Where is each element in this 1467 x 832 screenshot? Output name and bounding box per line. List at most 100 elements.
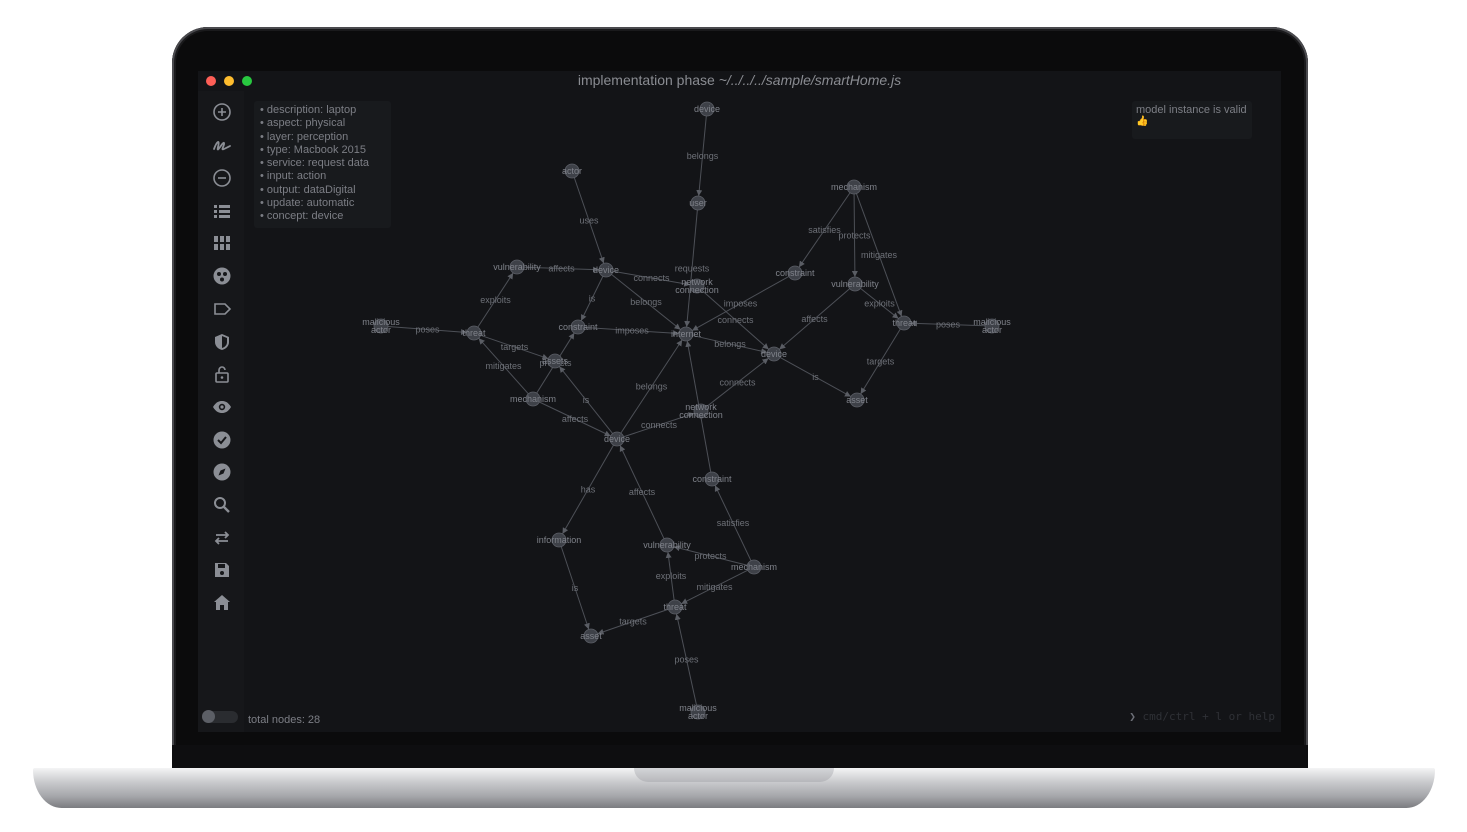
group-view-icon[interactable] (211, 265, 233, 287)
search-icon[interactable] (211, 494, 233, 516)
edge-label: affects (548, 264, 575, 274)
graph-node[interactable]: internet (671, 326, 702, 342)
graph-node[interactable]: constraint (692, 471, 732, 487)
theme-toggle[interactable] (202, 710, 238, 723)
edge-label: has (581, 485, 596, 495)
node-label: information (537, 535, 582, 545)
scribble-icon[interactable] (211, 134, 233, 156)
eye-icon[interactable] (211, 396, 233, 418)
graph-node[interactable]: threat (462, 325, 486, 341)
edge-label: imposes (615, 326, 649, 336)
node-label: asset (846, 395, 868, 405)
edge-label: mitigates (485, 361, 522, 371)
graph-node[interactable]: mechanism (731, 559, 777, 575)
node-label: threat (663, 602, 687, 612)
edge-label: targets (501, 342, 529, 352)
command-hint: cmd/ctrl + l or help (1142, 710, 1275, 723)
node-label: device (694, 104, 720, 114)
node-label: vulnerability (493, 262, 541, 272)
node-label: device (761, 349, 787, 359)
plus-circle-icon[interactable] (211, 101, 233, 123)
node-label: asset (580, 631, 602, 641)
node-label: actor (562, 166, 582, 176)
compass-icon[interactable] (211, 461, 233, 483)
validation-message: model instance is valid (1136, 104, 1247, 116)
toggle-knob (202, 710, 215, 723)
edge-label: is (583, 395, 590, 405)
graph-node[interactable]: mechanism (831, 179, 877, 195)
node-label: vulnerability (643, 540, 691, 550)
graph-node[interactable]: user (689, 195, 707, 211)
node-label: vulnerability (831, 279, 879, 289)
node-label: assets (542, 356, 569, 366)
graph-node[interactable]: assets (542, 353, 569, 369)
edge-label: is (812, 372, 819, 382)
graph-node[interactable]: device (694, 101, 720, 117)
detail-aspect: • aspect: physical (260, 117, 346, 130)
node-label: mechanism (731, 562, 777, 572)
edge-label: protects (694, 551, 727, 561)
validation-panel: model instance is valid 👍 (1132, 101, 1252, 139)
shield-icon[interactable] (211, 331, 233, 353)
laptop-notch (634, 768, 834, 782)
prompt-chevron-icon: ❯ (1129, 710, 1136, 723)
node-label: internet (671, 329, 702, 339)
node-label: threat (462, 328, 486, 338)
detail-output: • output: dataDigital (260, 183, 356, 196)
edge-label: affects (801, 314, 828, 324)
total-nodes-label: total nodes: 28 (248, 714, 321, 726)
graph-node[interactable]: threat (892, 315, 916, 331)
graph-node[interactable]: vulnerability (831, 276, 879, 292)
graph-node[interactable]: constraint (775, 265, 815, 281)
graph-node[interactable]: device (593, 262, 619, 278)
graph-node[interactable]: networkconnection (675, 277, 719, 295)
node-label: device (604, 434, 630, 444)
graph-node[interactable]: actor (562, 163, 582, 179)
swap-icon[interactable] (211, 527, 233, 549)
home-icon[interactable] (211, 592, 233, 614)
edge-label: requests (675, 264, 710, 274)
edge-label: uses (579, 216, 599, 226)
graph-node[interactable]: device (761, 346, 787, 362)
node-label: mechanism (831, 182, 877, 192)
graph-node[interactable]: constraint (558, 319, 598, 335)
grid-view-icon[interactable] (211, 232, 233, 254)
edge-label: poses (936, 320, 961, 330)
command-prompt[interactable]: ❯ cmd/ctrl + l or help (1129, 710, 1275, 723)
graph-node[interactable]: device (604, 431, 630, 447)
graph-node[interactable]: vulnerability (493, 259, 541, 275)
laptop-chin (172, 745, 1308, 768)
graph-node[interactable]: maliciousactor (362, 317, 400, 335)
node-label: threat (892, 318, 916, 328)
node-details-panel: • description: laptop • aspect: physical… (254, 101, 391, 228)
graph-node[interactable]: threat (663, 599, 687, 615)
graph-node[interactable]: maliciousactor (973, 317, 1011, 335)
graph-node[interactable]: networkconnection (679, 402, 723, 420)
edge-label: satisfies (717, 518, 750, 528)
list-view-icon[interactable] (211, 200, 233, 222)
edge-label: connects (719, 378, 756, 388)
edge-label: belongs (630, 297, 662, 307)
edge-label: targets (867, 357, 895, 367)
graph-node[interactable]: vulnerability (643, 537, 691, 553)
node-label: actor (371, 325, 391, 335)
node-label: constraint (775, 268, 815, 278)
graph-node[interactable]: asset (580, 628, 602, 644)
detail-service: • service: request data (260, 157, 370, 170)
detail-update: • update: automatic (260, 197, 355, 210)
edge-label: exploits (864, 299, 895, 309)
save-icon[interactable] (211, 559, 233, 581)
lock-icon[interactable] (211, 363, 233, 385)
node-label: constraint (558, 322, 598, 332)
graph-node[interactable]: mechanism (510, 391, 556, 407)
edge-label: poses (674, 655, 699, 665)
edge-label: protects (838, 231, 871, 241)
detail-concept: • concept: device (260, 210, 344, 223)
minus-circle-icon[interactable] (211, 167, 233, 189)
check-circle-icon[interactable] (211, 429, 233, 451)
graph-node[interactable]: information (537, 532, 582, 548)
graph-node[interactable]: maliciousactor (679, 703, 717, 721)
graph-node[interactable]: asset (846, 392, 868, 408)
edge-label: mitigates (861, 250, 898, 260)
label-tag-icon[interactable] (211, 298, 233, 320)
